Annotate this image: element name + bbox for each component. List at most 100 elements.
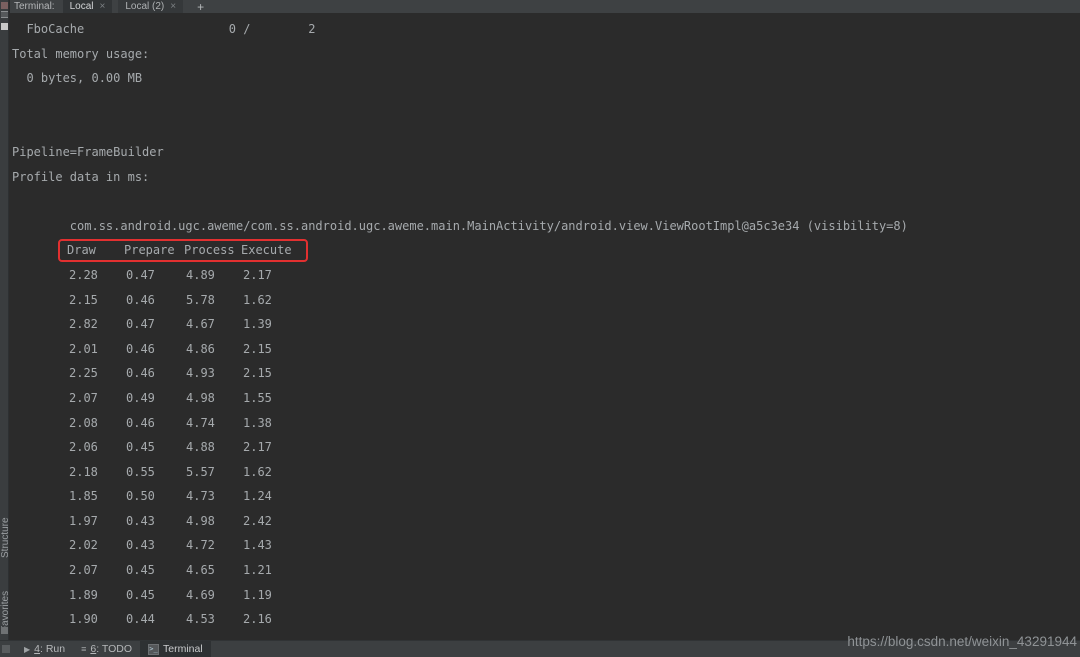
profile-row: 1.890.454.691.19 [12, 583, 1080, 608]
profile-cell: 4.69 [186, 583, 243, 608]
profile-cell: 0.46 [126, 288, 186, 313]
profile-cell: 2.08 [69, 411, 126, 436]
profile-cell: 2.15 [243, 361, 272, 386]
profile-row: 1.900.444.532.16 [12, 607, 1080, 632]
terminal-icon: >_ [148, 644, 159, 655]
profile-cell: 1.43 [243, 533, 272, 558]
statusbar-item-run[interactable]: ▶ 4: Run [16, 641, 73, 657]
profile-cell: 1.90 [69, 607, 126, 632]
profile-cell: 1.38 [243, 411, 272, 436]
profile-cell: 0.46 [126, 337, 186, 362]
profile-cell: 2.15 [69, 288, 126, 313]
profile-cell: 4.86 [186, 337, 243, 362]
profile-cell: 1.19 [243, 583, 272, 608]
tool-window-bar: Structure Favorites [0, 0, 9, 640]
profile-row: 2.070.494.981.55 [12, 386, 1080, 411]
profile-cell: 4.89 [186, 263, 243, 288]
terminal-line: FboCache 0 / 2 [12, 17, 1080, 42]
highlight-box: Draw Prepare Process Execute [58, 239, 308, 262]
statusbar-item-terminal[interactable]: >_ Terminal [140, 641, 211, 657]
profile-cell: 2.15 [243, 337, 272, 362]
terminal-line: Total memory usage: [12, 42, 1080, 67]
column-header-prepare: Prepare [124, 238, 184, 263]
profile-cell: 0.46 [126, 411, 186, 436]
profile-row: 2.250.464.932.15 [12, 361, 1080, 386]
profile-cell: 0.46 [126, 361, 186, 386]
watermark-url: https://blog.csdn.net/weixin_43291944 [847, 634, 1077, 649]
profile-cell: 1.24 [243, 484, 272, 509]
close-icon[interactable]: × [99, 1, 105, 12]
statusbar-item-label: Terminal [163, 643, 203, 655]
tab-label: Local (2) [125, 1, 164, 12]
profile-cell: 4.73 [186, 484, 243, 509]
tool-window-icon[interactable] [1, 11, 8, 18]
profile-cell: 2.01 [69, 337, 126, 362]
close-icon[interactable]: × [170, 1, 176, 12]
profile-cell: 4.88 [186, 435, 243, 460]
terminal-line: Pipeline=FrameBuilder [12, 140, 1080, 165]
todo-list-icon: ≡ [81, 644, 86, 654]
profile-row: 2.280.474.892.17 [12, 263, 1080, 288]
profile-cell: 4.65 [186, 558, 243, 583]
profile-cell: 0.43 [126, 533, 186, 558]
profile-cell: 1.55 [243, 386, 272, 411]
column-header-draw: Draw [67, 238, 124, 263]
column-header-process: Process [184, 238, 241, 263]
profile-cell: 0.43 [126, 509, 186, 534]
profile-cell: 0.49 [126, 386, 186, 411]
profile-row: 2.180.555.571.62 [12, 460, 1080, 485]
profile-cell: 4.53 [186, 607, 243, 632]
profile-cell: 5.78 [186, 288, 243, 313]
tab-local-2[interactable]: Local (2) × [118, 0, 183, 13]
tool-window-icon[interactable] [1, 2, 8, 9]
profile-cell: 2.42 [243, 509, 272, 534]
profile-cell: 0.47 [126, 312, 186, 337]
new-tab-button[interactable]: + [189, 0, 212, 14]
statusbar-item-label: 4: Run [34, 643, 65, 655]
profile-cell: 0.47 [126, 263, 186, 288]
profile-cell: 1.21 [243, 558, 272, 583]
column-header-execute: Execute [241, 238, 292, 263]
profile-cell: 0.45 [126, 558, 186, 583]
terminal-line: com.ss.android.ugc.aweme/com.ss.android.… [12, 214, 1080, 239]
profile-table-header-line: Draw Prepare Process Execute [12, 238, 1080, 263]
profile-row: 2.020.434.721.43 [12, 533, 1080, 558]
profile-cell: 2.28 [69, 263, 126, 288]
run-icon: ▶ [24, 645, 30, 654]
tab-label: Local [70, 1, 94, 12]
profile-rows: 2.280.474.892.172.150.465.781.622.820.47… [12, 263, 1080, 632]
profile-cell: 2.16 [243, 607, 272, 632]
terminal-line [12, 115, 1080, 140]
statusbar-item-label: 6: TODO [90, 643, 132, 655]
profile-row: 2.070.454.651.21 [12, 558, 1080, 583]
terminal-line: Profile data in ms: [12, 165, 1080, 190]
profile-cell: 2.82 [69, 312, 126, 337]
toolwindow-switcher-icon[interactable] [2, 645, 10, 653]
profile-cell: 2.02 [69, 533, 126, 558]
profile-cell: 2.07 [69, 558, 126, 583]
profile-cell: 0.45 [126, 583, 186, 608]
profile-row: 2.080.464.741.38 [12, 411, 1080, 436]
sidebar-item-favorites[interactable]: Favorites [0, 562, 9, 632]
profile-cell: 2.18 [69, 460, 126, 485]
terminal-output: FboCache 0 / 2Total memory usage: 0 byte… [10, 13, 1080, 640]
profile-row: 2.060.454.882.17 [12, 435, 1080, 460]
terminal-panel-label: Terminal: [10, 1, 63, 12]
profile-cell: 0.45 [126, 435, 186, 460]
profile-cell: 1.85 [69, 484, 126, 509]
profile-cell: 2.07 [69, 386, 126, 411]
profile-row: 2.150.465.781.62 [12, 288, 1080, 313]
tool-window-icon[interactable] [1, 627, 8, 634]
sidebar-item-structure[interactable]: Structure [0, 488, 9, 558]
profile-row: 1.970.434.982.42 [12, 509, 1080, 534]
statusbar-item-todo[interactable]: ≡ 6: TODO [73, 641, 140, 657]
tool-window-icon[interactable] [1, 23, 8, 30]
profile-cell: 2.17 [243, 435, 272, 460]
profile-row: 2.010.464.862.15 [12, 337, 1080, 362]
profile-cell: 0.44 [126, 607, 186, 632]
profile-row: 1.850.504.731.24 [12, 484, 1080, 509]
profile-cell: 4.74 [186, 411, 243, 436]
profile-cell: 4.98 [186, 509, 243, 534]
tab-local[interactable]: Local × [63, 0, 113, 13]
profile-cell: 2.06 [69, 435, 126, 460]
